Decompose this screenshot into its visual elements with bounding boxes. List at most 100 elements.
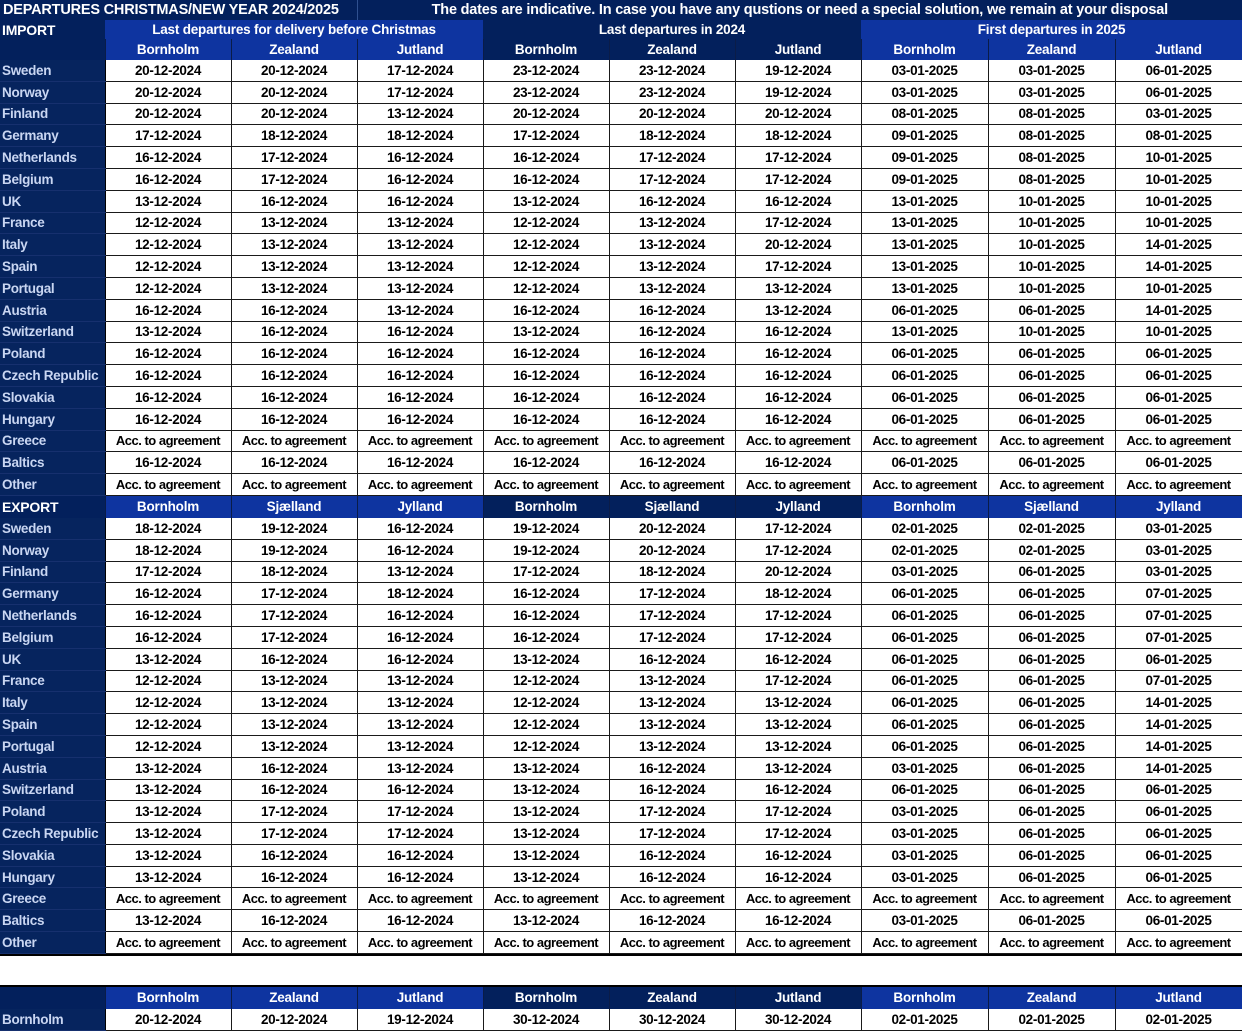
table-row: France 12-12-2024 13-12-2024 13-12-2024 12-1… [0,670,1242,693]
date-cell: 06-01-2025 [1114,648,1242,671]
bottom-col-header-4: Zealand [609,986,736,1009]
date-cell: 10-01-2025 [1114,168,1242,191]
date-cell: 06-01-2025 [987,582,1116,606]
date-cell: 06-01-2025 [987,866,1116,889]
date-cell: 13-12-2024 [230,277,358,300]
date-cell: 16-12-2024 [608,451,736,475]
date-cell: 12-12-2024 [104,277,232,300]
date-cell: 16-12-2024 [104,342,232,366]
date-cell: 07-01-2025 [1114,582,1242,606]
date-cell: 16-12-2024 [104,582,232,606]
date-cell: 13-01-2025 [860,233,989,257]
date-cell: 16-12-2024 [230,757,358,780]
export-rows: Sweden 18-12-2024 19-12-2024 16-12-2024 19-1… [0,517,1242,954]
row-label-baltics: Baltics [0,909,106,933]
date-cell: 08-01-2025 [987,168,1116,191]
date-cell: 20-12-2024 [230,81,358,104]
group-header-first-2025: First departures in 2025 [861,20,1242,39]
date-cell: 17-12-2024 [734,670,862,693]
date-cell: 17-12-2024 [608,822,736,845]
import-col-header-2: Jutland [357,39,484,60]
group-header-before-christmas: Last departures for delivery before Chri… [105,20,483,39]
date-cell: 17-12-2024 [734,626,862,649]
group-header-last-2024: Last departures in 2024 [483,20,861,39]
bottom-rows: Bornholm 20-12-2024 20-12-2024 19-12-2024 30… [0,1008,1242,1031]
date-cell: 06-01-2025 [1114,364,1242,387]
table-row: Czech Republic 13-12-2024 17-12-2024 17-12-… [0,822,1242,845]
date-cell: 30-12-2024 [734,1008,862,1031]
import-col-header-3: Bornholm [483,39,610,60]
date-cell: 13-12-2024 [482,844,610,867]
date-cell: 16-12-2024 [608,757,736,780]
date-cell: 06-01-2025 [987,451,1116,475]
row-label-poland: Poland [0,800,106,824]
date-cell: 10-01-2025 [1114,190,1242,213]
date-cell: 13-12-2024 [734,757,862,780]
date-cell: 06-01-2025 [860,299,989,322]
date-cell: Acc. to agreement [482,887,610,911]
date-cell: 19-12-2024 [482,517,610,540]
date-cell: 20-12-2024 [608,103,736,126]
bornholm-departures-table: Bornholm Zealand Jutland Bornholm Zealan… [0,986,1242,1031]
date-cell: 08-01-2025 [860,103,989,126]
date-cell: Acc. to agreement [734,473,862,496]
title-bar: DEPARTURES CHRISTMAS/NEW YEAR 2024/2025 … [0,0,1242,20]
date-cell: Acc. to agreement [230,887,358,911]
row-label-switzerland: Switzerland [0,321,106,344]
date-cell: 13-12-2024 [356,233,484,257]
date-cell: 13-12-2024 [482,909,610,933]
date-cell: 16-12-2024 [734,451,862,475]
date-cell: 13-12-2024 [608,670,736,693]
date-cell: 06-01-2025 [987,691,1116,715]
date-cell: 16-12-2024 [356,408,484,431]
date-cell: 03-01-2025 [860,81,989,104]
table-row: Greece Acc. to agreement Acc. to agreement… [0,887,1242,911]
date-cell: 23-12-2024 [482,81,610,104]
date-cell: 18-12-2024 [608,561,736,584]
date-cell: Acc. to agreement [104,430,232,453]
row-label-sweden: Sweden [0,60,106,82]
row-label-baltics: Baltics [0,451,106,475]
date-cell: 13-12-2024 [356,691,484,715]
table-row: Belgium 16-12-2024 17-12-2024 16-12-2024 16-… [0,626,1242,649]
table-row: Norway 18-12-2024 19-12-2024 16-12-2024 19-1… [0,539,1242,562]
date-cell: 06-01-2025 [987,604,1116,627]
date-cell: 02-01-2025 [1114,1008,1242,1031]
date-cell: 14-01-2025 [1114,735,1242,758]
date-cell: 13-01-2025 [860,321,989,344]
date-cell: 13-12-2024 [482,757,610,780]
date-cell: 06-01-2025 [987,408,1116,431]
date-cell: 20-12-2024 [734,233,862,257]
date-cell: 20-12-2024 [608,517,736,540]
date-cell: 13-12-2024 [230,713,358,736]
date-cell: 16-12-2024 [230,342,358,366]
date-cell: 08-01-2025 [987,146,1116,169]
date-cell: 16-12-2024 [356,626,484,649]
date-cell: 17-12-2024 [608,582,736,606]
date-cell: 14-01-2025 [1114,713,1242,736]
date-cell: 13-01-2025 [860,212,989,235]
date-cell: 17-12-2024 [734,822,862,845]
date-cell: 12-12-2024 [104,212,232,235]
date-cell: 02-01-2025 [987,1008,1116,1031]
date-cell: 13-12-2024 [104,909,232,933]
date-cell: 14-01-2025 [1114,691,1242,715]
date-cell: 13-12-2024 [482,866,610,889]
date-cell: 06-01-2025 [987,909,1116,933]
date-cell: 18-12-2024 [230,124,358,148]
date-cell: 16-12-2024 [734,190,862,213]
date-cell: Acc. to agreement [356,887,484,911]
date-cell: Acc. to agreement [482,473,610,496]
date-cell: 12-12-2024 [104,735,232,758]
bottom-col-header-6: Bornholm [861,986,989,1009]
import-col-header-8: Jutland [1115,39,1242,60]
date-cell: 16-12-2024 [104,408,232,431]
row-label-hungary: Hungary [0,408,106,431]
date-cell: Acc. to agreement [1114,887,1242,911]
date-cell: 10-01-2025 [1114,146,1242,169]
date-cell: 16-12-2024 [230,386,358,409]
date-cell: 16-12-2024 [104,626,232,649]
row-label-czech-republic: Czech Republic [0,822,106,845]
date-cell: 09-01-2025 [860,124,989,148]
date-cell: 13-12-2024 [104,648,232,671]
